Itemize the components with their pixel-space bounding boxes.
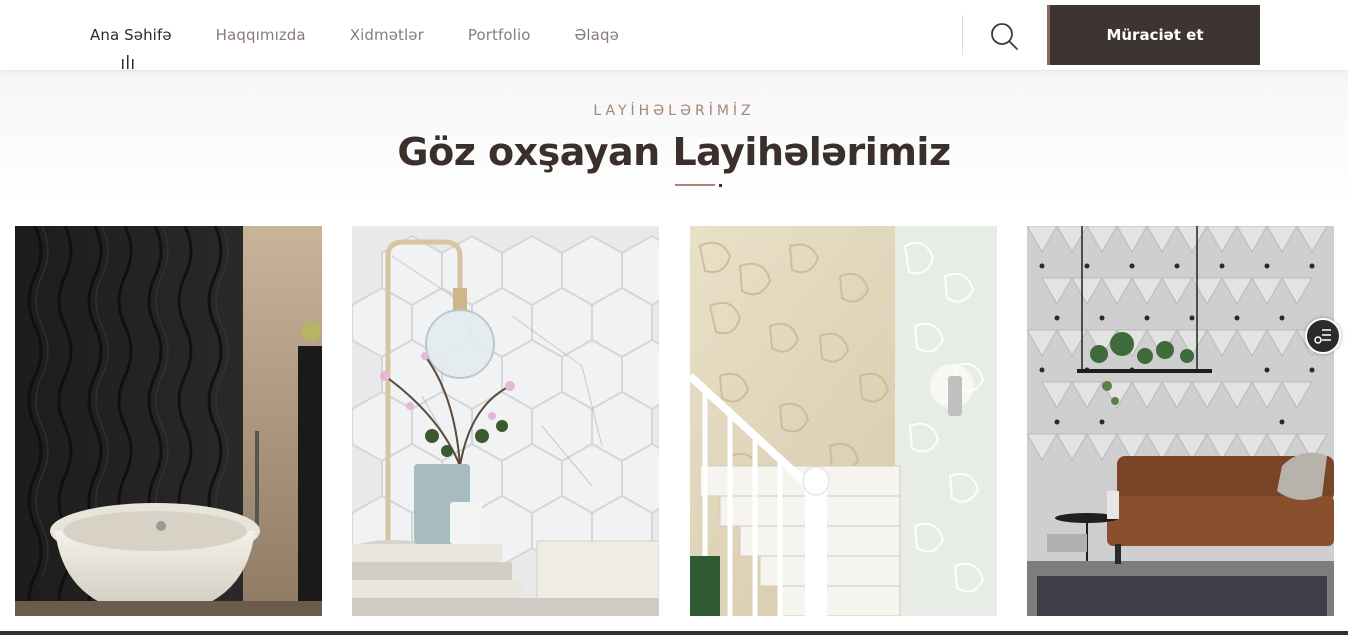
list-settings-icon xyxy=(1314,329,1331,344)
nav-item-about[interactable]: Haqqımızda xyxy=(216,26,306,44)
project-image-staircase xyxy=(690,226,997,616)
nav-item-home[interactable]: Ana Səhifə xyxy=(90,26,172,44)
nav-item-services[interactable]: Xidmətlər xyxy=(350,26,424,44)
section-eyebrow: LAYİHƏLƏRİMİZ xyxy=(593,103,755,119)
main-nav: Ana Səhifə Haqqımızda Xidmətlər Portfoli… xyxy=(90,0,663,70)
search-icon xyxy=(991,23,1018,50)
project-card-1[interactable] xyxy=(15,226,322,616)
bottom-border xyxy=(0,631,1348,635)
nav-item-portfolio[interactable]: Portfolio xyxy=(468,26,531,44)
project-card-2[interactable] xyxy=(352,226,659,616)
project-image-living-room xyxy=(1027,226,1334,616)
project-card-4[interactable] xyxy=(1027,226,1334,616)
floating-menu-button[interactable] xyxy=(1305,318,1341,354)
header-divider xyxy=(962,15,963,55)
project-image-bathroom xyxy=(15,226,322,616)
active-nav-indicator xyxy=(122,55,134,69)
section-title: Göz oxşayan Layihələrimiz xyxy=(397,130,951,174)
nav-item-contact[interactable]: Əlaqə xyxy=(575,26,619,44)
title-underline xyxy=(675,184,715,186)
title-underline-dot xyxy=(719,184,722,187)
site-header: Ana Səhifə Haqqımızda Xidmətlər Portfoli… xyxy=(0,0,1348,71)
search-button[interactable] xyxy=(988,20,1020,52)
apply-button[interactable]: Müraciət et xyxy=(1047,5,1260,65)
project-card-3[interactable] xyxy=(690,226,997,616)
project-image-marble-tiles xyxy=(352,226,659,616)
